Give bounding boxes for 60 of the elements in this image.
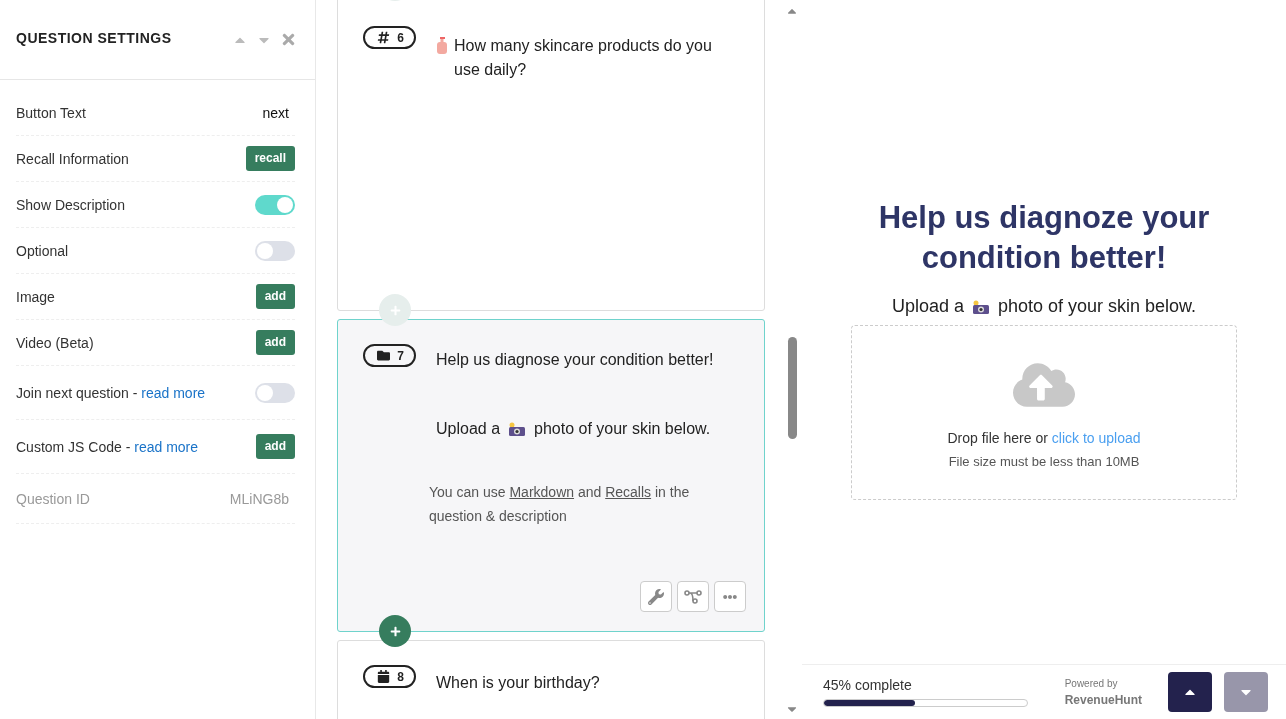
upload-text: Upload a bbox=[891, 296, 964, 317]
question-title: Help us diagnose your condition better! bbox=[436, 351, 714, 368]
close-icon[interactable] bbox=[280, 31, 297, 48]
panel-title: QUESTION SETTINGS bbox=[16, 30, 173, 46]
settings-button[interactable] bbox=[640, 581, 672, 612]
toggle-switch[interactable] bbox=[255, 382, 295, 403]
previous-button[interactable] bbox=[1168, 672, 1212, 712]
logic-button[interactable] bbox=[677, 581, 709, 612]
setting-label: Recall Information bbox=[16, 150, 129, 167]
add-button[interactable]: add bbox=[255, 284, 295, 309]
branch-icon bbox=[684, 589, 702, 604]
setting-label: Show Description bbox=[16, 196, 125, 213]
more-button[interactable] bbox=[714, 581, 746, 612]
hint-text: You can use Markdown and Recalls in the question & description bbox=[429, 483, 691, 526]
question-card[interactable]: 6 How many skincare products do you use daily? bbox=[337, 0, 765, 311]
brand-name: RevenueHunt bbox=[1064, 692, 1142, 707]
button-text-value: next bbox=[262, 104, 289, 121]
setting-label: Optional bbox=[16, 242, 69, 259]
setting-label: Button Text bbox=[16, 104, 86, 121]
preview-title: Help us diagnoze your condition better! bbox=[877, 199, 1211, 277]
upload-link[interactable]: click to upload bbox=[1051, 430, 1141, 446]
question-id-value: MLiNG8b bbox=[229, 490, 289, 507]
add-button[interactable]: add bbox=[255, 330, 295, 355]
question-card[interactable]: 8 When is your birthday? bbox=[337, 640, 765, 719]
recall-button[interactable]: recall bbox=[245, 146, 295, 171]
camera-icon bbox=[971, 299, 990, 314]
read-more-link[interactable]: read more bbox=[141, 384, 206, 401]
setting-label: Image bbox=[16, 288, 55, 305]
hint-link[interactable]: Recalls bbox=[605, 484, 652, 500]
question-number-badge: 6 bbox=[363, 26, 416, 49]
plus-icon bbox=[389, 625, 401, 637]
setting-label: Question ID bbox=[16, 490, 90, 507]
plus-icon bbox=[389, 304, 401, 316]
folder-icon bbox=[377, 349, 390, 362]
drop-text: Drop file here or click to upload bbox=[947, 430, 1141, 446]
setting-label: Custom JS Code - read more bbox=[16, 438, 199, 455]
camera-icon bbox=[508, 422, 527, 436]
toggle-switch[interactable] bbox=[255, 194, 295, 215]
progress-text: 45% complete bbox=[823, 677, 913, 693]
toggle-switch[interactable] bbox=[255, 240, 295, 261]
hint-link[interactable]: Markdown bbox=[509, 484, 575, 500]
scrollbar-thumb[interactable] bbox=[787, 337, 797, 439]
powered-by-text: Powered by bbox=[1064, 677, 1119, 689]
upload-text: Upload a bbox=[436, 420, 501, 438]
question-title: How many skincare products do you use daily? bbox=[454, 36, 713, 80]
hash-icon bbox=[377, 31, 390, 44]
upload-text: photo of your skin below. bbox=[997, 296, 1197, 317]
add-button[interactable]: add bbox=[255, 434, 295, 459]
file-size-note: File size must be less than 10MB bbox=[948, 454, 1140, 469]
setting-label: Join next question - read more bbox=[16, 384, 206, 401]
question-number-badge: 8 bbox=[363, 665, 416, 688]
question-title: When is your birthday? bbox=[436, 674, 600, 691]
file-dropzone[interactable]: Drop file here or click to upload File size must be less than 10MB bbox=[851, 325, 1237, 500]
question-number-badge: 7 bbox=[363, 344, 416, 367]
read-more-link[interactable]: read more bbox=[134, 438, 199, 455]
upload-text: photo of your skin below. bbox=[534, 420, 711, 438]
question-card[interactable]: 7 Help us diagnose your condition better! Upload a photo of your skin below. You can use Markdown and Recalls in the question & description bbox=[337, 319, 765, 632]
wrench-icon bbox=[648, 588, 664, 605]
setting-label: Video (Beta) bbox=[16, 334, 94, 351]
calendar-icon bbox=[377, 670, 390, 683]
